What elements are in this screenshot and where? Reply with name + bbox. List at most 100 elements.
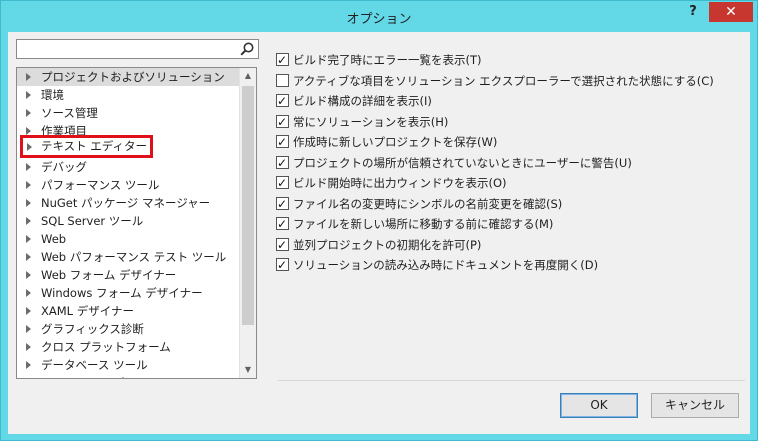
checkbox[interactable] bbox=[276, 174, 289, 192]
tree-item-label: データベース ツール bbox=[41, 358, 148, 372]
help-button[interactable]: ? bbox=[681, 3, 705, 21]
tree-item-label: Web パフォーマンス テスト ツール bbox=[41, 250, 227, 264]
option-label[interactable]: ビルド開始時に出力ウィンドウを表示(O) bbox=[293, 174, 507, 192]
tree-item[interactable]: テキスト テンプレート bbox=[17, 374, 241, 378]
scroll-up-icon[interactable]: ▲ bbox=[240, 68, 256, 84]
tree-item-label: デバッグ bbox=[41, 160, 87, 174]
option-checkbox-row[interactable]: ビルド構成の詳細を表示(I) bbox=[276, 92, 746, 110]
tree-item[interactable]: XAML デザイナー bbox=[17, 302, 241, 320]
checkbox[interactable] bbox=[276, 195, 289, 213]
option-checkbox-row[interactable]: ソリューションの読み込み時にドキュメントを再度開く(D) bbox=[276, 256, 746, 274]
close-button[interactable]: ✕ bbox=[709, 2, 753, 22]
option-label[interactable]: 並列プロジェクトの初期化を許可(P) bbox=[293, 236, 481, 254]
option-checkbox-row[interactable]: ファイルを新しい場所に移動する前に確認する(M) bbox=[276, 215, 746, 233]
expand-arrow-icon[interactable] bbox=[26, 127, 31, 135]
tree-item[interactable]: SQL Server ツール bbox=[17, 212, 241, 230]
option-label[interactable]: ファイルを新しい場所に移動する前に確認する(M) bbox=[293, 215, 553, 233]
option-checkbox-row[interactable]: 作成時に新しいプロジェクトを保存(W) bbox=[276, 133, 746, 151]
tree-item-label: Web フォーム デザイナー bbox=[41, 268, 177, 282]
tree-item-label: テキスト テンプレート bbox=[41, 374, 159, 378]
ok-button[interactable]: OK bbox=[560, 393, 638, 418]
expand-arrow-icon[interactable] bbox=[26, 163, 31, 171]
option-label[interactable]: アクティブな項目をソリューション エクスプローラーで選択された状態にする(C) bbox=[293, 72, 714, 90]
option-checkbox-row[interactable]: プロジェクトの場所が信頼されていないときにユーザーに警告(U) bbox=[276, 154, 746, 172]
checkbox[interactable] bbox=[276, 51, 289, 69]
tree-item-label: 環境 bbox=[41, 88, 64, 102]
checkbox[interactable] bbox=[276, 113, 289, 131]
search-icon[interactable] bbox=[239, 41, 255, 57]
options-dialog: オプション ? ✕ プロジェクトおよびソリューション環境ソース管理作業項目テキス… bbox=[0, 0, 758, 441]
checkbox[interactable] bbox=[276, 73, 289, 87]
highlighted-tree-item[interactable]: テキスト エディター bbox=[20, 135, 153, 158]
expand-arrow-icon[interactable] bbox=[26, 325, 31, 333]
tree-item-label: グラフィックス診断 bbox=[41, 322, 144, 336]
tree-item-label: NuGet パッケージ マネージャー bbox=[41, 196, 211, 210]
options-tree[interactable]: プロジェクトおよびソリューション環境ソース管理作業項目テキスト エディターデバッ… bbox=[16, 67, 257, 379]
option-label[interactable]: 作成時に新しいプロジェクトを保存(W) bbox=[293, 133, 497, 151]
tree-item[interactable]: データベース ツール bbox=[17, 356, 241, 374]
tree-item[interactable]: プロジェクトおよびソリューション bbox=[17, 68, 241, 86]
tree-item-label: パフォーマンス ツール bbox=[41, 178, 160, 192]
option-label[interactable]: ソリューションの読み込み時にドキュメントを再度開く(D) bbox=[293, 256, 598, 274]
tree-list: プロジェクトおよびソリューション環境ソース管理作業項目テキスト エディターデバッ… bbox=[17, 68, 241, 378]
scroll-thumb[interactable] bbox=[242, 86, 254, 325]
checkbox[interactable] bbox=[276, 236, 289, 254]
tree-item-label: プロジェクトおよびソリューション bbox=[41, 70, 225, 84]
option-label[interactable]: ファイル名の変更時にシンボルの名前変更を確認(S) bbox=[293, 195, 562, 213]
tree-item[interactable]: グラフィックス診断 bbox=[17, 320, 241, 338]
expand-arrow-icon[interactable] bbox=[27, 143, 32, 151]
option-label[interactable]: ビルド完了時にエラー一覧を表示(T) bbox=[293, 51, 482, 69]
tree-item[interactable]: クロス プラットフォーム bbox=[17, 338, 241, 356]
scroll-down-icon[interactable]: ▼ bbox=[240, 362, 256, 378]
search-input[interactable] bbox=[16, 39, 259, 59]
tree-item[interactable]: Web フォーム デザイナー bbox=[17, 266, 241, 284]
option-checkbox-row[interactable]: ビルド開始時に出力ウィンドウを表示(O) bbox=[276, 174, 746, 192]
separator bbox=[278, 380, 745, 381]
tree-item[interactable]: NuGet パッケージ マネージャー bbox=[17, 194, 241, 212]
tree-item[interactable]: 環境 bbox=[17, 86, 241, 104]
checkbox[interactable] bbox=[276, 256, 289, 274]
title-bar[interactable]: オプション ? ✕ bbox=[1, 1, 757, 32]
option-label[interactable]: ビルド構成の詳細を表示(I) bbox=[293, 92, 432, 110]
option-label[interactable]: プロジェクトの場所が信頼されていないときにユーザーに警告(U) bbox=[293, 154, 632, 172]
expand-arrow-icon[interactable] bbox=[26, 109, 31, 117]
option-checkbox-row[interactable]: 並列プロジェクトの初期化を許可(P) bbox=[276, 236, 746, 254]
tree-item-label: テキスト エディター bbox=[41, 139, 148, 153]
tree-item[interactable]: Web パフォーマンス テスト ツール bbox=[17, 248, 241, 266]
tree-scrollbar[interactable]: ▲ ▼ bbox=[239, 68, 256, 378]
expand-arrow-icon[interactable] bbox=[26, 181, 31, 189]
option-checkbox-row[interactable]: 常にソリューションを表示(H) bbox=[276, 113, 746, 131]
checkbox[interactable] bbox=[276, 92, 289, 110]
tree-item[interactable]: デバッグ bbox=[17, 158, 241, 176]
checkbox[interactable] bbox=[276, 133, 289, 151]
expand-arrow-icon[interactable] bbox=[26, 91, 31, 99]
options-panel: ビルド完了時にエラー一覧を表示(T) アクティブな項目をソリューション エクスプロ… bbox=[276, 51, 746, 277]
tree-item-label: SQL Server ツール bbox=[41, 214, 144, 228]
expand-arrow-icon[interactable] bbox=[26, 307, 31, 315]
expand-arrow-icon[interactable] bbox=[26, 289, 31, 297]
expand-arrow-icon[interactable] bbox=[26, 343, 31, 351]
checkbox[interactable] bbox=[276, 215, 289, 233]
tree-item[interactable]: ソース管理 bbox=[17, 104, 241, 122]
tree-item[interactable]: Web bbox=[17, 230, 241, 248]
expand-arrow-icon[interactable] bbox=[26, 271, 31, 279]
expand-arrow-icon[interactable] bbox=[26, 217, 31, 225]
option-checkbox-row[interactable]: アクティブな項目をソリューション エクスプローラーで選択された状態にする(C) bbox=[276, 72, 746, 90]
dialog-body: プロジェクトおよびソリューション環境ソース管理作業項目テキスト エディターデバッ… bbox=[8, 32, 750, 434]
tree-item-label: XAML デザイナー bbox=[41, 304, 134, 318]
cancel-button[interactable]: キャンセル bbox=[651, 393, 739, 418]
expand-arrow-icon[interactable] bbox=[26, 361, 31, 369]
tree-item[interactable]: パフォーマンス ツール bbox=[17, 176, 241, 194]
expand-arrow-icon[interactable] bbox=[26, 253, 31, 261]
expand-arrow-icon[interactable] bbox=[26, 73, 31, 81]
checkbox[interactable] bbox=[276, 154, 289, 172]
tree-item-label: Web bbox=[41, 232, 67, 246]
tree-item-label: Windows フォーム デザイナー bbox=[41, 286, 203, 300]
expand-arrow-icon[interactable] bbox=[26, 199, 31, 207]
option-checkbox-row[interactable]: ビルド完了時にエラー一覧を表示(T) bbox=[276, 51, 746, 69]
option-label[interactable]: 常にソリューションを表示(H) bbox=[293, 113, 448, 131]
tree-item-label: ソース管理 bbox=[41, 106, 98, 120]
expand-arrow-icon[interactable] bbox=[26, 235, 31, 243]
tree-item[interactable]: Windows フォーム デザイナー bbox=[17, 284, 241, 302]
option-checkbox-row[interactable]: ファイル名の変更時にシンボルの名前変更を確認(S) bbox=[276, 195, 746, 213]
